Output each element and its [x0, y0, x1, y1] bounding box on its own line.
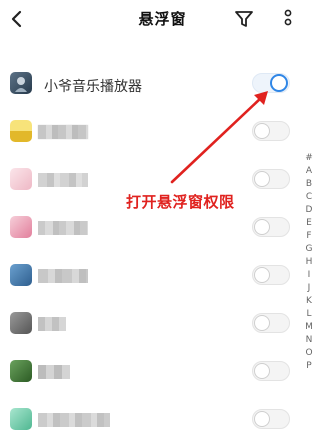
index-letter[interactable]: A — [302, 165, 316, 178]
index-letter[interactable]: N — [302, 334, 316, 347]
more-vertical-icon[interactable] — [281, 9, 295, 31]
index-letter[interactable]: G — [302, 243, 316, 256]
floating-window-toggle[interactable] — [252, 169, 290, 189]
alphabet-index[interactable]: # A B C D E F G H I J K L M N O P — [302, 152, 316, 373]
app-icon — [10, 120, 32, 142]
app-row[interactable] — [0, 256, 325, 296]
pixel-block — [38, 269, 88, 283]
index-letter[interactable]: F — [302, 230, 316, 243]
index-letter[interactable]: B — [302, 178, 316, 191]
toggle-knob — [254, 363, 270, 379]
toggle-knob — [254, 219, 270, 235]
toggle-knob — [270, 74, 288, 92]
filter-icon[interactable] — [234, 9, 254, 29]
app-name: 小爷音乐播放器 — [44, 79, 142, 95]
app-icon — [10, 72, 32, 94]
app-row[interactable]: 小爷音乐播放器 — [0, 64, 325, 104]
toggle-knob — [254, 171, 270, 187]
index-letter[interactable]: J — [302, 282, 316, 295]
floating-window-toggle[interactable] — [252, 73, 290, 93]
pixel-block — [38, 125, 88, 139]
toggle-knob — [254, 411, 270, 427]
pixel-block — [38, 173, 88, 187]
index-letter[interactable]: C — [302, 191, 316, 204]
app-row[interactable] — [0, 208, 325, 248]
index-letter[interactable]: L — [302, 308, 316, 321]
floating-window-toggle[interactable] — [252, 313, 290, 333]
app-icon — [10, 360, 32, 382]
index-letter[interactable]: M — [302, 321, 316, 334]
floating-window-toggle[interactable] — [252, 121, 290, 141]
app-row[interactable] — [0, 112, 325, 152]
page-title: 悬浮窗 — [138, 10, 187, 28]
app-row[interactable] — [0, 352, 325, 392]
index-letter[interactable]: D — [302, 204, 316, 217]
app-icon — [10, 408, 32, 430]
toggle-knob — [254, 123, 270, 139]
pixel-block — [38, 365, 70, 379]
index-letter[interactable]: K — [302, 295, 316, 308]
top-bar: 悬浮窗 — [0, 0, 325, 40]
pixel-block — [38, 221, 88, 235]
index-letter[interactable]: O — [302, 347, 316, 360]
app-icon — [10, 264, 32, 286]
app-row[interactable] — [0, 304, 325, 344]
toggle-knob — [254, 267, 270, 283]
app-row[interactable] — [0, 400, 325, 438]
index-letter[interactable]: H — [302, 256, 316, 269]
floating-window-toggle[interactable] — [252, 265, 290, 285]
toggle-knob — [254, 315, 270, 331]
index-letter[interactable]: # — [302, 152, 316, 165]
index-letter[interactable]: I — [302, 269, 316, 282]
floating-window-toggle[interactable] — [252, 217, 290, 237]
index-letter[interactable]: P — [302, 360, 316, 373]
app-icon — [10, 312, 32, 334]
app-icon — [10, 168, 32, 190]
floating-window-toggle[interactable] — [252, 361, 290, 381]
pixel-block — [38, 413, 110, 427]
pixel-block — [38, 317, 66, 331]
app-icon — [10, 216, 32, 238]
floating-window-toggle[interactable] — [252, 409, 290, 429]
annotation-label: 打开悬浮窗权限 — [126, 193, 235, 211]
index-letter[interactable]: E — [302, 217, 316, 230]
